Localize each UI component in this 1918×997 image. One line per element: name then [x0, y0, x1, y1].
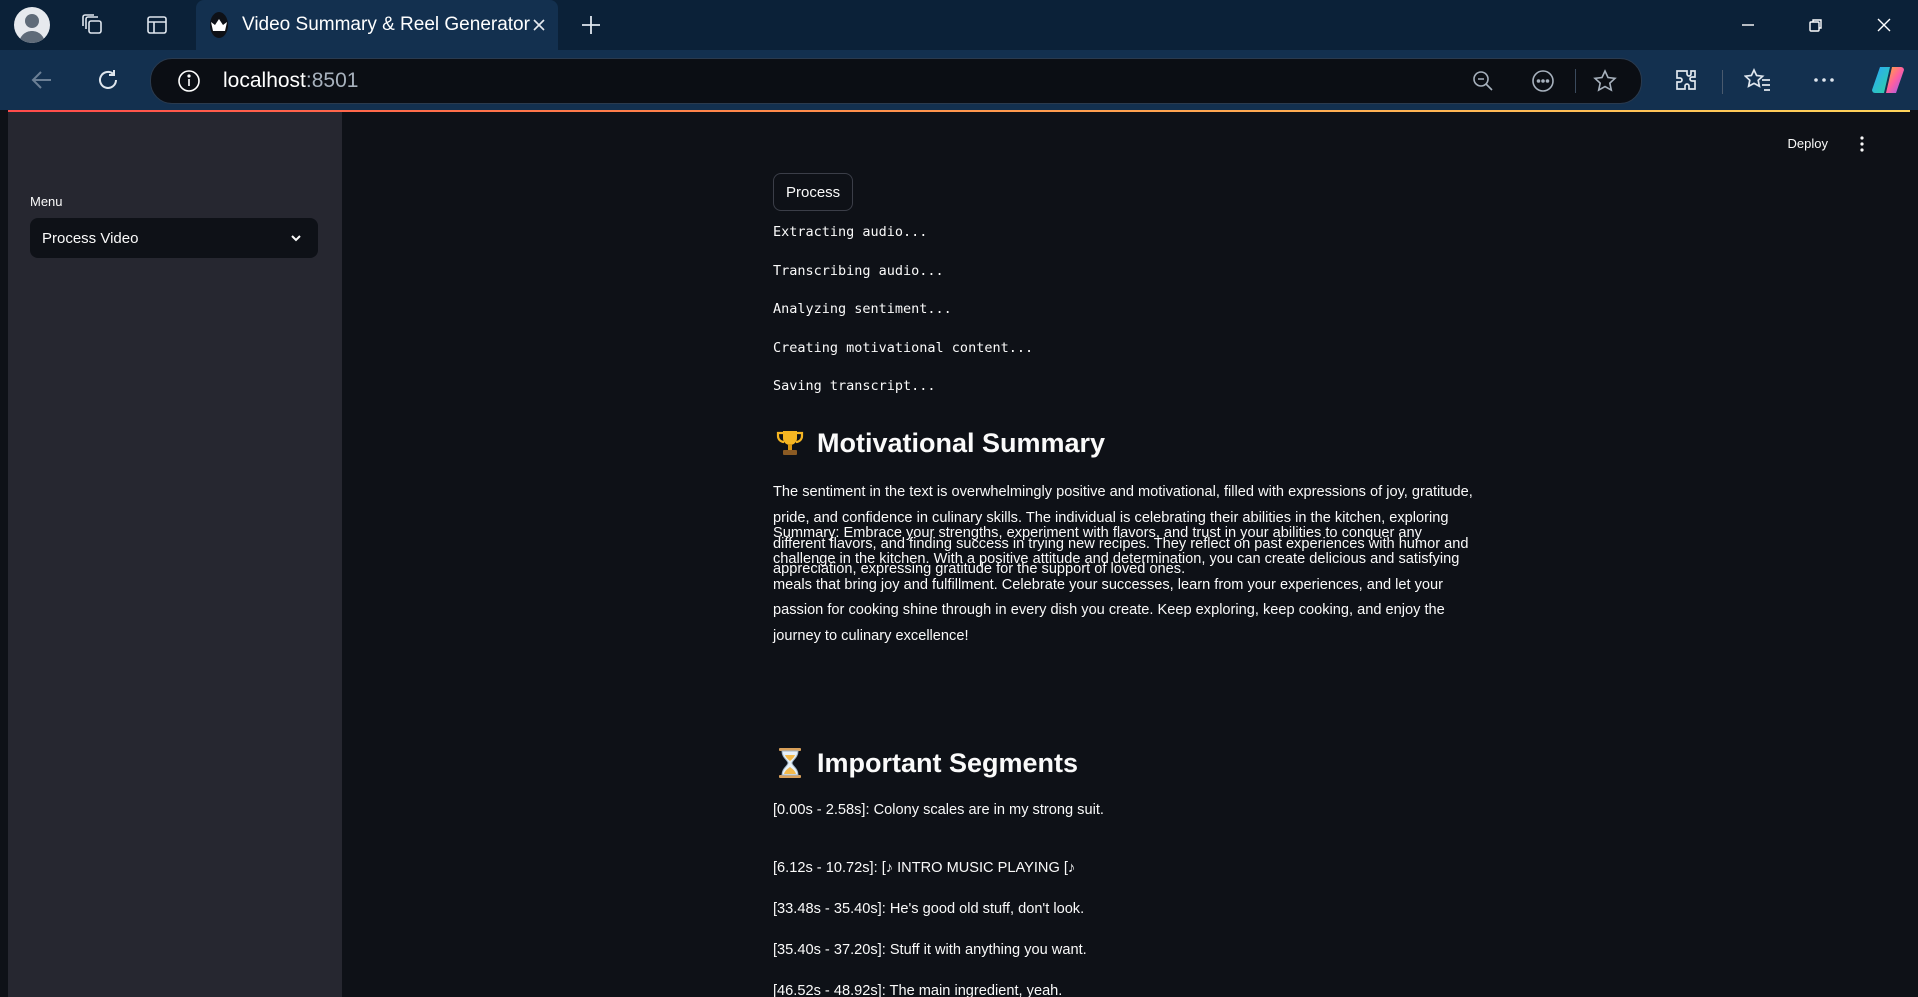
- menu-select[interactable]: Process Video: [30, 218, 318, 258]
- segments-heading: Important Segments: [773, 746, 1078, 780]
- omnibox-divider: [1575, 69, 1576, 93]
- deploy-button[interactable]: Deploy: [1788, 136, 1828, 151]
- site-info-icon[interactable]: [173, 65, 205, 97]
- favorite-star-icon[interactable]: [1589, 65, 1621, 97]
- refresh-icon[interactable]: [88, 60, 128, 100]
- summary-heading-text: Motivational Summary: [817, 427, 1106, 458]
- status-line: Extracting audio...: [773, 224, 928, 240]
- status-line: Analyzing sentiment...: [773, 301, 952, 317]
- status-line: Saving transcript...: [773, 378, 936, 394]
- streamlit-favicon-icon: [210, 12, 228, 38]
- workspaces-icon[interactable]: [76, 8, 110, 42]
- hourglass-icon: [773, 746, 807, 780]
- close-window-icon[interactable]: [1850, 0, 1918, 50]
- trophy-icon: [773, 426, 807, 460]
- reading-mode-icon[interactable]: [1527, 65, 1559, 97]
- segment-item: [6.12s - 10.72s]: [♪ INTRO MUSIC PLAYING…: [773, 860, 1076, 876]
- status-line: Creating motivational content...: [773, 340, 1034, 356]
- sidebar: Menu Process Video: [8, 112, 342, 997]
- segment-item: [35.40s - 37.20s]: Stuff it with anythin…: [773, 942, 1087, 958]
- close-tab-icon[interactable]: [530, 11, 548, 39]
- url-port: :8501: [305, 69, 359, 92]
- segments-heading-text: Important Segments: [817, 747, 1079, 778]
- address-bar[interactable]: localhost:8501: [150, 58, 1642, 104]
- active-tab[interactable]: Video Summary & Reel Generator: [196, 0, 558, 50]
- restore-window-icon[interactable]: [1782, 0, 1850, 50]
- url-text[interactable]: localhost:8501: [223, 69, 358, 93]
- main-content: Deploy Process Extracting audio... Trans…: [342, 112, 1910, 997]
- more-menu-icon[interactable]: [1804, 60, 1844, 100]
- menu-label: Menu: [30, 194, 63, 209]
- segment-item: [33.48s - 35.40s]: He's good old stuff, …: [773, 901, 1085, 917]
- tab-actions-icon[interactable]: [140, 8, 174, 42]
- main-menu-icon[interactable]: [1852, 134, 1872, 154]
- url-host: localhost: [223, 69, 306, 92]
- zoom-out-icon[interactable]: [1467, 65, 1499, 97]
- summary-heading: Motivational Summary: [773, 426, 1105, 460]
- chevron-down-icon: [286, 228, 306, 248]
- minimize-window-icon[interactable]: [1714, 0, 1782, 50]
- favorites-icon[interactable]: [1738, 60, 1778, 100]
- segment-item: [46.52s - 48.92s]: The main ingredient, …: [773, 983, 1063, 997]
- status-line: Transcribing audio...: [773, 263, 944, 279]
- tab-title: Video Summary & Reel Generator: [242, 14, 530, 35]
- summary-paragraph: Summary: Embrace your strengths, experim…: [773, 525, 1460, 645]
- extensions-icon[interactable]: [1666, 60, 1706, 100]
- segment-item: [0.00s - 2.58s]: Colony scales are in my…: [773, 802, 1104, 818]
- toolbar-divider: [1722, 70, 1723, 94]
- copilot-icon[interactable]: [1868, 60, 1908, 100]
- new-tab-icon[interactable]: [574, 8, 608, 42]
- menu-selected-value: Process Video: [42, 229, 139, 247]
- back-icon[interactable]: [22, 60, 62, 100]
- profile-avatar-icon[interactable]: [14, 7, 50, 43]
- process-button[interactable]: Process: [773, 173, 854, 211]
